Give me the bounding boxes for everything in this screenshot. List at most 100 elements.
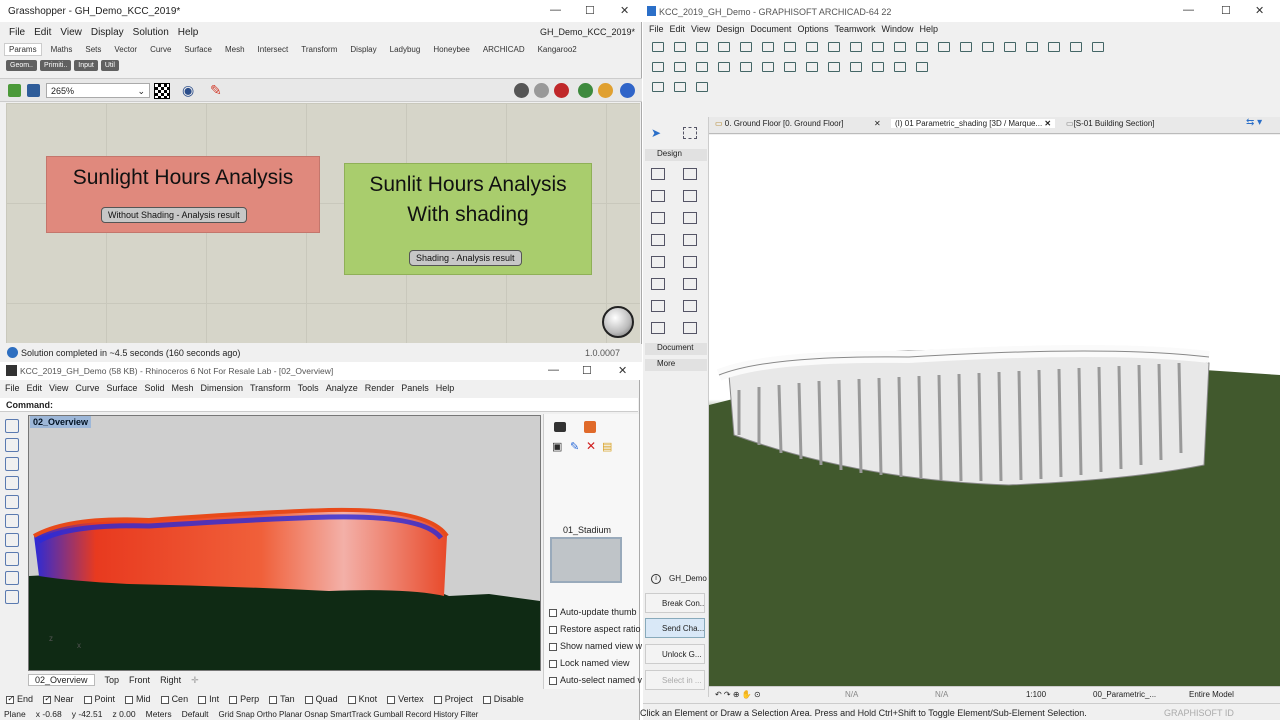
osnap-mid[interactable]: Mid <box>125 694 151 704</box>
ac-menu-edit[interactable]: Edit <box>670 24 686 34</box>
toolbox-more-header[interactable]: More <box>645 359 707 371</box>
rhino-menu-curve[interactable]: Curve <box>75 383 99 393</box>
group-sunlit-hours-shading[interactable]: Sunlit Hours Analysis With shading Shadi… <box>344 163 592 275</box>
option-auto-select[interactable]: Auto-select named v <box>549 675 642 685</box>
subtab-input[interactable]: Input <box>74 59 98 71</box>
snap-guides-icon[interactable] <box>784 42 796 52</box>
open-file-icon[interactable] <box>8 84 21 97</box>
split-icon[interactable] <box>960 42 972 52</box>
gh-canvas[interactable]: Sunlight Hours Analysis Without Shading … <box>6 103 640 343</box>
circle-tool-icon[interactable] <box>5 495 19 509</box>
lock-icon[interactable] <box>872 42 884 52</box>
option-lock-named-view[interactable]: Lock named view <box>549 658 630 668</box>
osnap-project[interactable]: Project <box>433 694 473 704</box>
menu-view[interactable]: View <box>60 27 82 38</box>
zoom-select[interactable]: 265% ⌄ <box>46 83 150 98</box>
ac-menu-file[interactable]: File <box>649 24 664 34</box>
tab-vector[interactable]: Vector <box>114 45 137 54</box>
rhino-menu-analyze[interactable]: Analyze <box>326 383 358 393</box>
column-toolbar-icon[interactable] <box>674 62 686 72</box>
toolbox-document-header[interactable]: Document <box>645 343 707 355</box>
slab-toolbar-icon[interactable] <box>718 62 730 72</box>
ac-menu-help[interactable]: Help <box>920 24 939 34</box>
toolbox-design-header[interactable]: Design <box>645 149 707 161</box>
option-auto-update[interactable]: Auto-update thumb <box>549 607 637 617</box>
morph-toolbar-icon[interactable] <box>872 62 884 72</box>
stair-toolbar-icon[interactable] <box>828 62 840 72</box>
render-icon[interactable] <box>1092 42 1104 52</box>
tab-ground-floor[interactable]: ▭ 0. Ground Floor [0. Ground Floor] <box>715 119 844 128</box>
osnap-quad[interactable]: Quad <box>304 694 338 704</box>
vptab-right[interactable]: Right <box>160 675 181 685</box>
suspend-groups-icon[interactable] <box>916 42 928 52</box>
menu-help[interactable]: Help <box>178 27 199 38</box>
guide-lines-icon[interactable] <box>762 42 774 52</box>
marquee-tool-icon[interactable] <box>683 127 697 139</box>
menu-display[interactable]: Display <box>91 27 124 38</box>
rhino-command-line[interactable]: Command: <box>0 398 638 412</box>
ac-3d-view[interactable] <box>709 135 1280 686</box>
sketch-pen-icon[interactable]: ✎ <box>210 82 222 99</box>
roof-toolbar-icon[interactable] <box>740 62 752 72</box>
roof-tool-icon[interactable] <box>651 256 665 268</box>
render-preview-icon[interactable] <box>620 83 635 98</box>
rhino-minimize-button[interactable]: — <box>548 364 559 376</box>
menu-file[interactable]: File <box>9 27 25 38</box>
point-tool-icon[interactable] <box>5 438 19 452</box>
rhino-menu-dimension[interactable]: Dimension <box>200 383 243 393</box>
osnap-knot[interactable]: Knot <box>347 694 377 704</box>
menu-edit[interactable]: Edit <box>34 27 51 38</box>
tab-display[interactable]: Display <box>350 45 376 54</box>
fillet-icon[interactable] <box>1026 42 1038 52</box>
undo-view-icon[interactable]: ↶ ↷ ⊕ ✋ ⊙ <box>715 690 761 699</box>
osnap-point[interactable]: Point <box>83 694 115 704</box>
gh-doc-title[interactable]: GH_Demo_KCC_2019* <box>540 27 635 37</box>
rhino-menu-solid[interactable]: Solid <box>144 383 164 393</box>
save-view-icon[interactable]: ▣ <box>552 440 562 453</box>
zone-tool-icon[interactable] <box>651 322 665 334</box>
beam-toolbar-icon[interactable] <box>696 62 708 72</box>
rhino-menu-edit[interactable]: Edit <box>27 383 43 393</box>
tab-intersect[interactable]: Intersect <box>258 45 289 54</box>
tab-list-icon[interactable]: ⇆ ▾ <box>1246 117 1262 128</box>
menu-solution[interactable]: Solution <box>133 27 169 38</box>
open-view-icon[interactable]: ▤ <box>602 440 612 453</box>
osnap-int[interactable]: Int <box>198 694 219 704</box>
color-preview-icon[interactable] <box>578 83 593 98</box>
rhino-menu-view[interactable]: View <box>49 383 68 393</box>
curtain-wall-toolbar-icon[interactable] <box>806 62 818 72</box>
ac-menu-document[interactable]: Document <box>750 24 791 34</box>
ac-maximize-button[interactable]: ☐ <box>1221 4 1231 17</box>
paste-icon[interactable] <box>1070 42 1082 52</box>
canvas-grid-icon[interactable] <box>154 83 170 99</box>
osnap-perp[interactable]: Perp <box>229 694 259 704</box>
ac-menu-options[interactable]: Options <box>797 24 828 34</box>
mesh-tool-icon[interactable] <box>651 278 665 290</box>
tab-transform[interactable]: Transform <box>301 45 337 54</box>
wall-tool-icon[interactable] <box>651 168 665 180</box>
rhino-menu-render[interactable]: Render <box>365 383 395 393</box>
mesh-tool-icon[interactable] <box>5 590 19 604</box>
panel-shading-result[interactable]: Shading - Analysis result <box>409 250 522 266</box>
trim-icon[interactable] <box>938 42 950 52</box>
ac-menu-view[interactable]: View <box>691 24 710 34</box>
stair-tool-icon[interactable] <box>651 234 665 246</box>
send-changes-button[interactable]: Send Cha... <box>645 618 705 638</box>
intersect-icon[interactable] <box>1004 42 1016 52</box>
group-icon[interactable] <box>894 42 906 52</box>
railing-toolbar-icon[interactable] <box>850 62 862 72</box>
rhino-menu-panels[interactable]: Panels <box>401 383 429 393</box>
skylight-tool-icon[interactable] <box>683 322 697 334</box>
panel-without-shading[interactable]: Without Shading - Analysis result <box>101 207 247 223</box>
column-tool-icon[interactable] <box>683 190 697 202</box>
window-tool-icon[interactable] <box>651 190 665 202</box>
graphisoft-id-link[interactable]: GRAPHISOFT ID <box>1164 708 1234 718</box>
option-show-named-view[interactable]: Show named view w <box>549 641 642 651</box>
orbit-icon[interactable] <box>674 82 686 92</box>
tab-honeybee[interactable]: Honeybee <box>433 45 469 54</box>
tab-surface[interactable]: Surface <box>184 45 212 54</box>
rhino-menu-help[interactable]: Help <box>436 383 455 393</box>
status-modes[interactable]: Grid Snap Ortho Planar Osnap SmartTrack … <box>219 710 479 719</box>
object-tool-icon[interactable] <box>683 300 697 312</box>
adjust-icon[interactable] <box>982 42 994 52</box>
